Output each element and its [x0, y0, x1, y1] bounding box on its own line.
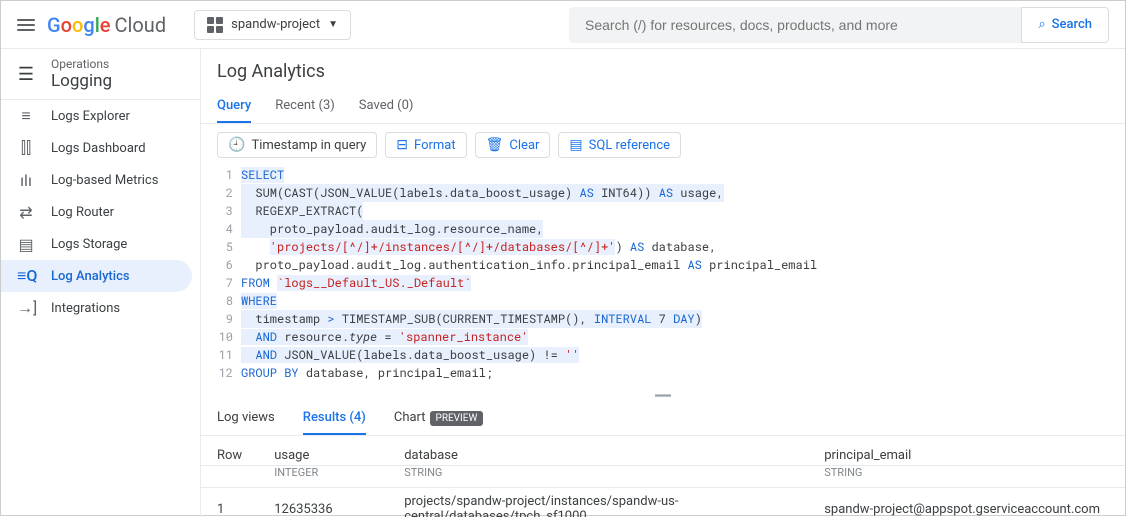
editor-toolbar: 🕘 Timestamp in query ⊟ Format 🗑 Clear ▤ SQL … — [201, 124, 1125, 166]
nav-label: Logs Explorer — [51, 109, 130, 124]
sqlref-label: SQL reference — [589, 138, 670, 153]
trash-icon: 🗑 — [486, 137, 504, 153]
sql-icon: ▤ — [569, 137, 582, 153]
nav-label: Log Analytics — [51, 269, 130, 284]
col-principal: principal_email — [808, 436, 1125, 466]
sql-reference-button[interactable]: ▤ SQL reference — [558, 132, 681, 158]
nav-icon: →] — [17, 298, 35, 318]
nav-icon: ılı — [17, 171, 35, 190]
search-button-label: Search — [1052, 17, 1092, 32]
chevron-down-icon: ▼ — [328, 19, 338, 30]
table-row[interactable]: 112635336projects/spandw-project/instanc… — [201, 488, 1125, 517]
search-button[interactable]: ⌕ Search — [1021, 7, 1109, 43]
tab-logviews[interactable]: Log views — [217, 402, 275, 435]
cell-row: 1 — [201, 488, 258, 517]
tab-saved[interactable]: Saved (0) — [359, 90, 414, 123]
nav-label: Logs Storage — [51, 237, 127, 252]
nav-label: Logs Dashboard — [51, 141, 146, 156]
sidebar-item-log-based-metrics[interactable]: ılı Log-based Metrics — [1, 164, 200, 196]
project-icon — [207, 17, 223, 33]
tab-chart[interactable]: Chart PREVIEW — [394, 402, 483, 435]
resize-handle[interactable]: ━━ — [201, 390, 1125, 402]
nav-icon: ≡ — [17, 106, 35, 126]
sidebar-item-logs-storage[interactable]: ▤ Logs Storage — [1, 228, 200, 260]
section-ops-label: Operations — [51, 57, 112, 71]
cell-usage: 12635336 — [258, 488, 388, 517]
project-name: spandw-project — [231, 17, 320, 32]
timestamp-indicator[interactable]: 🕘 Timestamp in query — [217, 132, 377, 158]
nav-icon: ≡Q — [17, 266, 35, 286]
tab-query[interactable]: Query — [217, 90, 251, 123]
result-tabs: Log views Results (4) Chart PREVIEW — [201, 402, 1125, 436]
sidebar-item-integrations[interactable]: →] Integrations — [1, 292, 200, 324]
search-input[interactable] — [569, 17, 1021, 33]
nav-icon: ⫿⫿ — [17, 138, 35, 158]
cell-email: spandw-project@appspot.gserviceaccount.c… — [808, 488, 1125, 517]
search-icon: ⌕ — [1038, 17, 1045, 32]
nav-label: Log Router — [51, 205, 114, 220]
sidebar-item-logs-explorer[interactable]: ≡ Logs Explorer — [1, 100, 200, 132]
format-button[interactable]: ⊟ Format — [385, 132, 466, 158]
tab-results[interactable]: Results (4) — [303, 402, 366, 435]
clear-label: Clear — [509, 138, 539, 153]
type-usage: INTEGER — [258, 466, 388, 488]
page-title: Log Analytics — [217, 61, 1109, 82]
hamburger-menu-icon[interactable] — [17, 19, 35, 31]
section-header: ☰ Operations Logging — [1, 49, 200, 100]
preview-badge: PREVIEW — [430, 411, 484, 426]
section-title: Logging — [51, 71, 112, 91]
sql-editor[interactable]: 1SELECT 2 SUM(CAST(JSON_VALUE(labels.dat… — [201, 166, 1125, 390]
top-header: Google Cloud spandw-project ▼ ⌕ Search — [1, 1, 1125, 49]
col-row: Row — [201, 436, 258, 466]
nav-icon: ⇄ — [17, 203, 35, 222]
chart-label: Chart — [394, 410, 426, 425]
sidebar-item-log-analytics[interactable]: ≡Q Log Analytics — [1, 260, 192, 292]
timestamp-label: Timestamp in query — [251, 138, 366, 153]
col-database: database — [388, 436, 808, 466]
col-usage: usage — [258, 436, 388, 466]
format-icon: ⊟ — [396, 137, 408, 153]
query-tabs: Query Recent (3) Saved (0) — [201, 90, 1125, 124]
clear-button[interactable]: 🗑 Clear — [475, 132, 551, 158]
nav-icon: ▤ — [17, 235, 35, 254]
sidebar-item-log-router[interactable]: ⇄ Log Router — [1, 196, 200, 228]
tab-recent[interactable]: Recent (3) — [275, 90, 335, 123]
logging-icon: ☰ — [17, 64, 35, 85]
results-table: Row usage database principal_email INTEG… — [201, 436, 1125, 517]
cell-database: projects/spandw-project/instances/spandw… — [388, 488, 808, 517]
clock-icon: 🕘 — [228, 137, 245, 153]
sidebar: ☰ Operations Logging ≡ Logs Explorer ⫿⫿ Log… — [1, 49, 201, 517]
logo-cloud-text: Cloud — [115, 13, 167, 37]
project-selector[interactable]: spandw-project ▼ — [194, 10, 351, 40]
search-box: ⌕ Search — [569, 7, 1109, 43]
nav-label: Log-based Metrics — [51, 173, 158, 188]
gcp-logo[interactable]: Google Cloud — [47, 13, 166, 37]
main-content: Log Analytics Query Recent (3) Saved (0)… — [201, 49, 1125, 517]
type-principal: STRING — [808, 466, 1125, 488]
type-database: STRING — [388, 466, 808, 488]
format-label: Format — [414, 138, 456, 153]
sidebar-item-logs-dashboard[interactable]: ⫿⫿ Logs Dashboard — [1, 132, 200, 164]
nav-label: Integrations — [51, 301, 120, 316]
